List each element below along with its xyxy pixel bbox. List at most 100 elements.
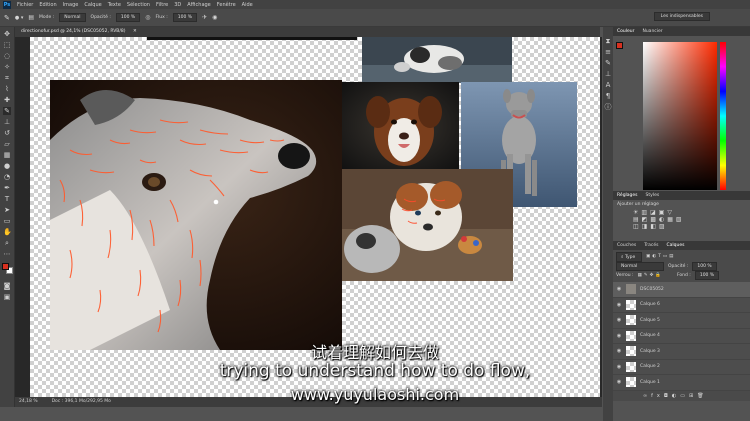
tab-styles[interactable]: Styles — [646, 191, 660, 200]
tab-calques[interactable]: Calques — [666, 241, 684, 250]
brush-cursor — [213, 199, 219, 205]
clone-source-icon[interactable]: ⊥ — [604, 70, 612, 78]
layer-name[interactable]: Calque 6 — [640, 302, 660, 307]
adjustment-icons[interactable]: ☀▥◪▣▽ — [617, 209, 746, 216]
visibility-eye-icon[interactable]: ◉ — [616, 302, 622, 308]
quick-select-tool-icon[interactable]: ✧ — [3, 63, 11, 71]
photo-lying-dog — [362, 37, 512, 83]
tab-traces[interactable]: Tracés — [644, 241, 658, 250]
layer-opacity-label: Opacité : — [668, 263, 689, 269]
opacity-field[interactable]: 100 % — [115, 13, 141, 22]
eraser-tool-icon[interactable]: ▱ — [3, 140, 11, 148]
menu-filtre[interactable]: Filtre — [156, 2, 168, 8]
blur-tool-icon[interactable]: ● — [3, 162, 11, 170]
menu-fichier[interactable]: Fichier — [17, 2, 33, 8]
layer-row[interactable]: ◉ Calque 6 — [613, 297, 750, 313]
close-tab-icon[interactable]: ✕ — [133, 29, 137, 34]
hand-tool-icon[interactable]: ✋ — [3, 228, 12, 236]
layer-row[interactable]: ◉ Calque 5 — [613, 313, 750, 329]
opacity-label: Opacité : — [90, 15, 111, 20]
tab-couches[interactable]: Couches — [617, 241, 636, 250]
foreground-color-swatch[interactable] — [2, 263, 9, 270]
visibility-eye-icon[interactable]: ◉ — [616, 317, 622, 323]
tab-nuancier[interactable]: Nuancier — [642, 27, 662, 36]
layer-name[interactable]: DSC05052 — [640, 287, 664, 292]
lasso-tool-icon[interactable]: ◌ — [3, 52, 11, 60]
menu-calque[interactable]: Calque — [84, 2, 101, 8]
character-panel-icon[interactable]: A — [604, 81, 612, 89]
lock-icons[interactable]: ▦✎✥🔒 — [638, 273, 663, 278]
visibility-eye-icon[interactable]: ◉ — [616, 333, 622, 339]
fill-field[interactable]: 100 % — [694, 271, 720, 280]
properties-panel-icon[interactable]: ≡ — [604, 48, 612, 56]
quick-mask-icon[interactable]: ◙ — [3, 282, 11, 290]
menu-aide[interactable]: Aide — [242, 2, 253, 8]
move-tool-icon[interactable]: ✥ — [3, 30, 11, 38]
airbrush-icon[interactable]: ✈ — [202, 14, 207, 21]
brush-tool-icon[interactable]: ✎ — [4, 14, 10, 22]
path-select-tool-icon[interactable]: ➤ — [3, 206, 11, 214]
photoshop-logo: Ps — [3, 0, 11, 9]
photo-puppy-with-toy — [342, 169, 513, 281]
menu-3d[interactable]: 3D — [174, 2, 181, 8]
photo-shepherd-portrait — [342, 82, 459, 169]
brush-panel-icon[interactable]: ▤ — [28, 14, 34, 21]
marquee-tool-icon[interactable]: ⬚ — [3, 41, 11, 49]
layer-filter-select[interactable]: ⌕ Type — [616, 251, 642, 262]
blend-mode-select[interactable]: Normal — [616, 261, 664, 271]
panel-fg-swatch[interactable] — [616, 42, 623, 49]
workspace-select[interactable]: Les indispensables — [653, 12, 710, 21]
color-field[interactable] — [643, 42, 717, 190]
menu-fenetre[interactable]: Fenêtre — [217, 2, 236, 8]
more-tools-icon[interactable]: ⋯ — [3, 250, 11, 258]
crop-tool-icon[interactable]: ⌗ — [3, 74, 11, 82]
options-bar: ✎ ● ▾ ▤ Mode : Normal Opacité : 100 % ◎ … — [0, 9, 750, 27]
color-panel-header: Couleur Nuancier — [613, 27, 750, 36]
menu-image[interactable]: Image — [63, 2, 79, 8]
shape-tool-icon[interactable]: ▭ — [3, 217, 11, 225]
adjustments-panel: Ajouter un réglage ☀▥◪▣▽ ▤◩▩◐▦▧ ◫◨◧▨ — [613, 200, 750, 239]
tab-couleur[interactable]: Couleur — [617, 27, 634, 36]
layers-controls: ⌕ Type ▣◐T▭▤ Normal Opacité : 100 % Verr… — [613, 250, 750, 282]
adjustment-icons-row3[interactable]: ◫◨◧▨ — [617, 223, 746, 230]
layer-row[interactable]: ◉ DSC05052 — [613, 282, 750, 298]
dodge-tool-icon[interactable]: ◔ — [3, 173, 11, 181]
type-tool-icon[interactable]: T — [3, 195, 11, 203]
zoom-tool-icon[interactable]: ⌕ — [3, 239, 11, 247]
menu-selection[interactable]: Sélection — [127, 2, 150, 8]
menu-texte[interactable]: Texte — [108, 2, 121, 8]
tab-reglages[interactable]: Réglages — [617, 191, 638, 200]
photo-border-collie-flow[interactable] — [50, 80, 342, 350]
healing-tool-icon[interactable]: ✚ — [3, 96, 11, 104]
info-panel-icon[interactable]: ⓘ — [604, 103, 612, 111]
color-swatches[interactable] — [1, 262, 15, 276]
screen-mode-icon[interactable]: ▣ — [3, 293, 11, 301]
visibility-eye-icon[interactable]: ◉ — [616, 286, 622, 292]
document-tab[interactable]: directionofur.psd @ 24,1% (DSC05052, RVB… — [15, 27, 600, 37]
brush-tool-icon[interactable]: ✎ — [3, 107, 11, 115]
history-panel-icon[interactable]: ⧗ — [604, 37, 612, 45]
pressure-size-icon[interactable]: ◉ — [212, 14, 217, 21]
layer-opacity-field[interactable]: 100 % — [692, 261, 717, 271]
fill-label: Fond : — [676, 273, 691, 278]
hue-slider[interactable] — [720, 42, 726, 190]
menu-affichage[interactable]: Affichage — [187, 2, 211, 8]
stamp-tool-icon[interactable]: ⊥ — [3, 118, 11, 126]
layers-panel-header: Couches Tracés Calques — [613, 241, 750, 250]
layer-name[interactable]: Calque 5 — [640, 318, 660, 323]
canvas-top-edge — [147, 37, 357, 40]
paragraph-panel-icon[interactable]: ¶ — [604, 92, 612, 100]
mode-select[interactable]: Normal — [59, 13, 86, 22]
filter-icons[interactable]: ▣◐T▭▤ — [646, 254, 675, 259]
flow-field[interactable]: 100 % — [172, 13, 198, 22]
menu-edition[interactable]: Edition — [39, 2, 56, 8]
pen-tool-icon[interactable]: ✒ — [3, 184, 11, 192]
history-brush-tool-icon[interactable]: ↺ — [3, 129, 11, 137]
eyedropper-tool-icon[interactable]: ⌇ — [3, 85, 11, 93]
gradient-tool-icon[interactable]: ▦ — [3, 151, 11, 159]
pressure-opacity-icon[interactable]: ◎ — [145, 14, 150, 21]
brush-panel-icon[interactable]: ✎ — [604, 59, 612, 67]
brush-preset-picker[interactable]: ● ▾ — [15, 15, 23, 21]
adjustment-icons-row2[interactable]: ▤◩▩◐▦▧ — [617, 216, 746, 223]
layer-name[interactable]: Calque 4 — [640, 333, 660, 338]
